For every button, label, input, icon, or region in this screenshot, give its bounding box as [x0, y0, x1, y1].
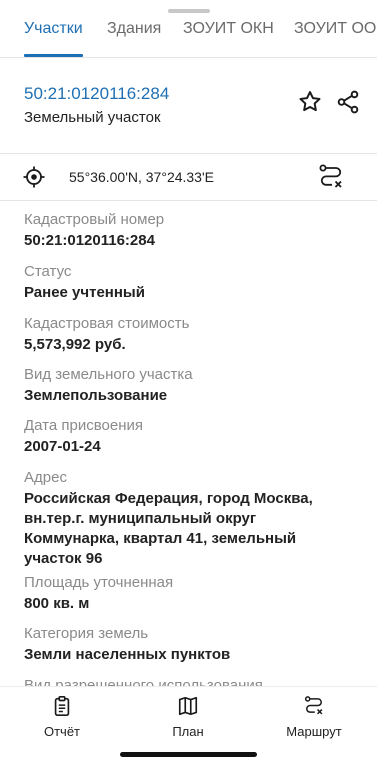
field-label: Категория земель [24, 625, 149, 642]
cadastral-number-link[interactable]: 50:21:0120116:284 [24, 84, 169, 104]
field-value: 800 кв. м [24, 595, 90, 612]
field-cadastral-number: Кадастровый номер 50:21:0120116:284 [24, 210, 354, 251]
tab-buildings[interactable]: Здания [107, 20, 161, 38]
field-value: Землепользование [24, 387, 168, 404]
route-icon [304, 696, 323, 715]
nav-route[interactable]: Маршрут [274, 695, 354, 739]
field-value: 2007-01-24 [24, 438, 101, 455]
field-label: Дата присвоения [24, 417, 143, 434]
field-value: Ранее учтенный [24, 284, 145, 301]
favorite-button[interactable] [296, 88, 324, 116]
route-clear-icon [319, 164, 342, 188]
field-area: Площадь уточненная 800 кв. м [24, 573, 354, 614]
field-value: Российская Федерация, город Москва, вн.т… [24, 490, 313, 567]
tab-zouit-oov[interactable]: ЗОУИТ ООВ [294, 20, 377, 38]
nav-report[interactable]: Отчёт [22, 695, 102, 739]
field-value: 50:21:0120116:284 [24, 232, 155, 249]
tab-plots[interactable]: Участки [24, 20, 83, 38]
field-status: Статус Ранее учтенный [24, 262, 354, 303]
coordinates-row: 55°36.00'N, 37°24.33'E [0, 154, 377, 201]
field-address: Адрес Российская Федерация, город Москва… [24, 468, 354, 569]
object-header: 50:21:0120116:284 Земельный участок [0, 58, 377, 154]
object-type: Земельный участок [24, 109, 161, 126]
coordinates-text: 55°36.00'N, 37°24.33'E [69, 169, 214, 185]
field-assignment-date: Дата присвоения 2007-01-24 [24, 416, 354, 457]
nav-label: Отчёт [43, 724, 81, 739]
map-icon [178, 696, 198, 716]
field-permitted-use: Вид разрешенного использования [24, 676, 354, 686]
field-label: Кадастровая стоимость [24, 315, 190, 332]
crosshair-icon [23, 166, 45, 188]
nav-label: План [172, 724, 204, 739]
share-button[interactable] [334, 88, 362, 116]
field-plot-kind: Вид земельного участка Землепользование [24, 365, 354, 406]
field-label: Статус [24, 263, 72, 280]
field-value: 5,573,992 руб. [24, 336, 126, 353]
field-label: Вид разрешенного использования [24, 677, 263, 686]
route-clear-button[interactable] [316, 162, 346, 192]
field-label: Кадастровый номер [24, 211, 165, 228]
tab-bar: Участки Здания ЗОУИТ ОКН ЗОУИТ ООВ [0, 0, 377, 58]
locate-button[interactable] [21, 164, 47, 190]
field-cadastral-value: Кадастровая стоимость 5,573,992 руб. [24, 314, 354, 355]
field-land-category: Категория земель Земли населенных пункто… [24, 624, 354, 665]
field-label: Вид земельного участка [24, 366, 193, 383]
home-indicator[interactable] [120, 752, 257, 757]
tab-zouit-okn[interactable]: ЗОУИТ ОКН [183, 20, 274, 38]
field-label: Площадь уточненная [24, 574, 174, 591]
details-list[interactable]: Кадастровый номер 50:21:0120116:284 Стат… [0, 201, 377, 686]
nav-label: Маршрут [286, 724, 342, 739]
report-icon [54, 696, 70, 716]
star-icon [299, 91, 321, 112]
field-value: Земли населенных пунктов [24, 646, 231, 663]
nav-plan[interactable]: План [148, 695, 228, 739]
share-icon [337, 90, 359, 114]
field-label: Адрес [24, 469, 67, 486]
active-tab-indicator [24, 54, 83, 57]
